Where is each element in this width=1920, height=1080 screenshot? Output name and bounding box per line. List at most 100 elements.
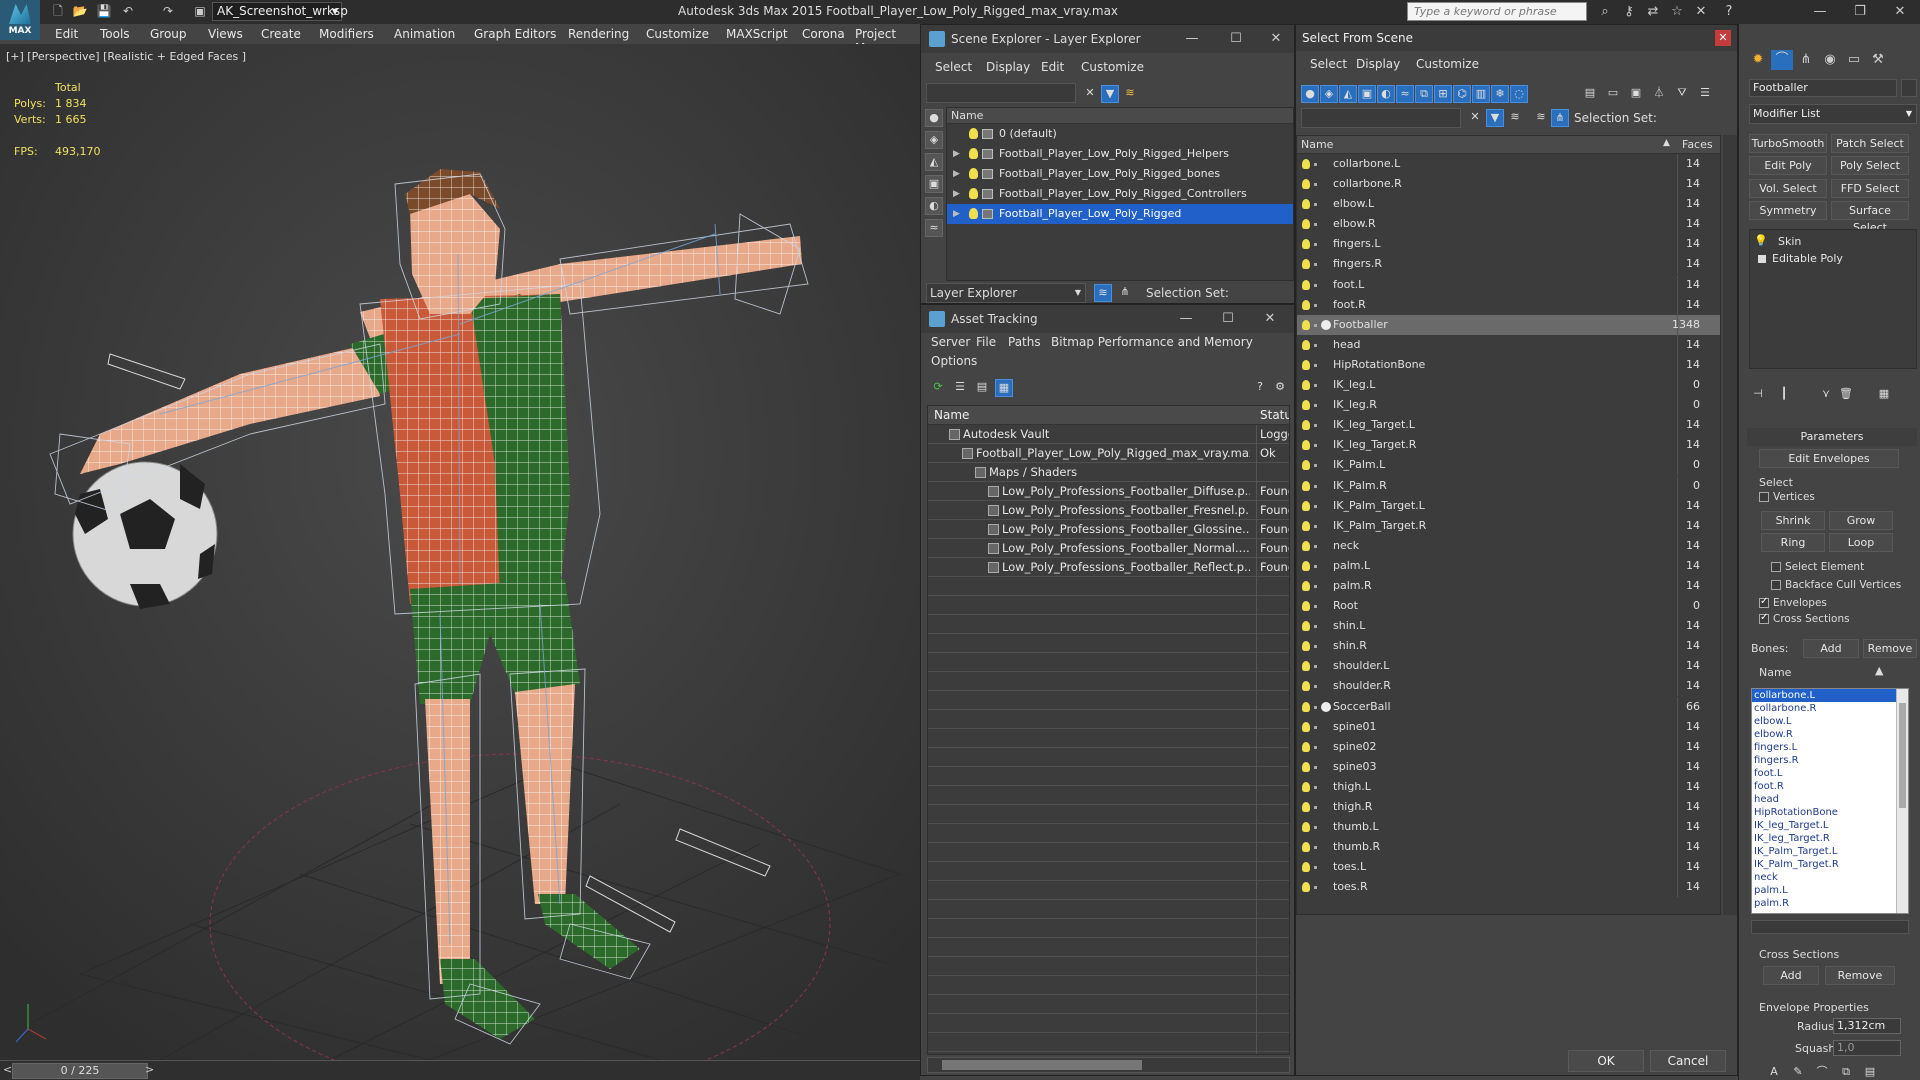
modify-tab-icon[interactable]: ⌒ [1771,50,1793,70]
object-row[interactable]: elbow.L 14 [1297,194,1720,215]
scrollbar-thumb[interactable] [1899,703,1906,808]
select-element-checkbox[interactable]: Select Element [1771,561,1864,573]
asset-row[interactable]: Low_Poly_Professions_Footballer_Fresnel.… [928,501,1289,520]
object-row[interactable]: thumb.R 14 [1297,837,1720,858]
display-groups-icon[interactable]: ⧉ [1415,85,1433,103]
asset-status-column-header[interactable]: Status [1260,408,1289,422]
display-hidden-icon[interactable]: ◌ [1510,85,1528,103]
shrink-button[interactable]: Shrink [1761,511,1825,530]
light-bulb-icon[interactable] [1302,380,1310,391]
ffd-select-button[interactable]: FFD Select [1831,179,1909,198]
minimize-button[interactable]: — [1800,2,1840,22]
object-row[interactable]: spine01 14 [1297,716,1720,737]
object-row[interactable]: thigh.L 14 [1297,776,1720,797]
display-helpers-icon[interactable]: ◐ [1377,85,1395,103]
display-spacewarps-icon[interactable]: ≈ [925,219,943,237]
grow-button[interactable]: Grow [1829,511,1893,530]
se-menu-select[interactable]: Select [935,60,972,74]
freeze-icon[interactable] [1314,183,1317,187]
light-bulb-icon[interactable] [1302,420,1310,431]
light-bulb-icon[interactable] [1302,359,1310,370]
undo-icon[interactable]: ↶ [120,4,136,19]
display-shapes-icon[interactable]: ◈ [925,131,943,149]
keyword-search-input[interactable]: Type a keyword or phrase [1407,2,1587,21]
expand-arrow-icon[interactable]: ▶ [953,164,960,184]
falloff-icon[interactable]: ⌒ [1813,1064,1831,1080]
menu-tools[interactable]: Tools [100,27,130,41]
light-bulb-icon[interactable] [969,168,978,179]
faces-column-header[interactable]: Faces [1682,138,1713,151]
list-view-icon[interactable]: ☰ [951,379,969,397]
expand-arrow-icon[interactable]: ▶ [953,204,960,224]
freeze-icon[interactable] [1314,303,1317,307]
select-from-scene-search-input[interactable] [1301,108,1461,128]
display-xrefs-icon[interactable]: ⊞ [1434,85,1452,103]
menu-views[interactable]: Views [208,27,243,41]
workspace-dropdown[interactable]: AK_Screenshot_wrksp ▼ [212,2,348,21]
freeze-icon[interactable] [1314,263,1317,267]
layer-tools-icon[interactable]: ≋ [1506,109,1524,127]
symmetry-button[interactable]: Symmetry [1749,201,1827,220]
at-menu-paths[interactable]: Paths [1008,335,1041,349]
absolute-icon[interactable]: A [1765,1064,1783,1080]
object-row[interactable]: IK_leg_Target.L 14 [1297,415,1720,436]
stack-item-skin[interactable]: Skin [1778,235,1801,248]
layer-row[interactable]: ▶ Football_Player_Low_Poly_Rigged [947,204,1293,224]
settings-icon[interactable]: ⚙ [1271,379,1289,397]
object-row[interactable]: HipRotationBone 14 [1297,354,1720,375]
prev-frame-button[interactable]: < [3,1063,12,1076]
object-row[interactable]: neck 14 [1297,535,1720,556]
columns-icon[interactable]: ☰ [1696,85,1714,103]
light-bulb-icon[interactable] [1302,339,1310,350]
object-row[interactable]: collarbone.R 14 [1297,174,1720,195]
key-icon[interactable]: ⚷ [1620,3,1638,21]
object-row[interactable]: spine03 14 [1297,756,1720,777]
create-tab-icon[interactable]: ✹ [1747,50,1769,70]
close-button[interactable]: ✕ [1715,30,1731,46]
asset-name-column-header[interactable]: Name [934,408,969,422]
object-row[interactable]: Footballer 1348 [1297,314,1720,335]
object-row[interactable]: foot.L 14 [1297,274,1720,295]
object-row[interactable]: shoulder.R 14 [1297,676,1720,697]
bone-item[interactable]: collarbone.L [1752,689,1908,702]
object-color-swatch[interactable] [1901,79,1917,97]
asset-row[interactable]: Maps / Shaders [928,463,1289,482]
freeze-icon[interactable] [1314,745,1317,749]
bone-item[interactable]: HipRotationBone [1752,806,1908,819]
freeze-icon[interactable] [1314,705,1317,709]
display-tab-icon[interactable]: ▭ [1843,50,1865,70]
table-view-icon[interactable]: ▦ [995,379,1013,397]
bone-item[interactable]: palm.R [1752,897,1908,910]
layer-name-column-header[interactable]: Name [947,108,1293,124]
freeze-icon[interactable] [1314,223,1317,227]
freeze-icon[interactable] [1314,846,1317,850]
x-icon[interactable]: ✕ [1692,3,1710,21]
invert-selection-icon[interactable]: ▣ [1627,85,1645,103]
freeze-icon[interactable] [1314,323,1317,327]
object-row[interactable]: SoccerBall 66 [1297,696,1720,717]
bone-item[interactable]: IK_Palm_Target.L [1752,845,1908,858]
at-menu-options[interactable]: Options [931,354,977,368]
object-row[interactable]: IK_Palm.R 0 [1297,475,1720,496]
project-folder-icon[interactable]: ▣ [192,4,208,19]
minimize-button[interactable]: — [1171,309,1201,329]
light-bulb-icon[interactable] [1302,159,1310,169]
light-bulb-icon[interactable] [1302,862,1310,873]
bone-item[interactable]: fingers.L [1752,741,1908,754]
paste-envelope-icon[interactable]: ▤ [1861,1064,1879,1080]
light-bulb-icon[interactable] [1302,500,1310,511]
bone-item[interactable]: IK_leg_Target.L [1752,819,1908,832]
freeze-icon[interactable] [1314,685,1317,689]
bone-item[interactable]: elbow.R [1752,728,1908,741]
refresh-icon[interactable]: ⟳ [929,379,947,397]
bone-item[interactable]: foot.R [1752,780,1908,793]
object-row[interactable]: IK_leg_Target.R 14 [1297,435,1720,456]
display-containers-icon[interactable]: ▥ [1472,85,1490,103]
layer-mode-icon[interactable]: ≋ [1094,284,1112,302]
menu-graph-editors[interactable]: Graph Editors [474,27,556,41]
perspective-viewport[interactable]: [+] [Perspective] [Realistic + Edged Fac… [0,44,920,1060]
close-button[interactable]: ✕ [1261,29,1291,49]
object-name-field[interactable]: Footballer [1749,79,1897,97]
object-row[interactable]: spine02 14 [1297,736,1720,757]
freeze-icon[interactable] [1314,866,1317,870]
